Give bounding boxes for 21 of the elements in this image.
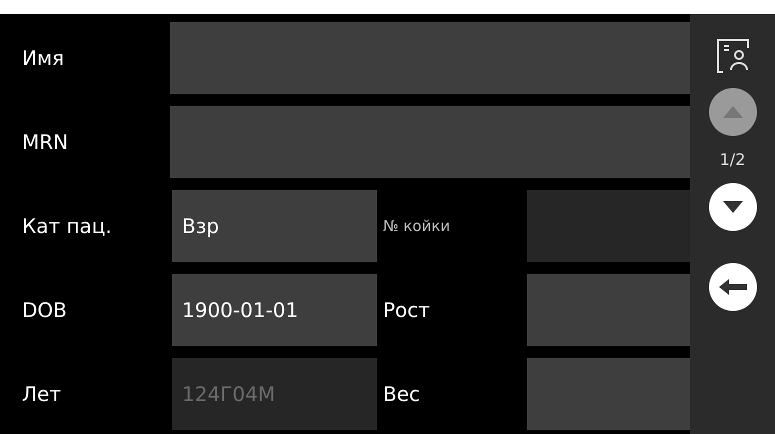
input-field[interactable]: Взр <box>172 190 377 262</box>
field-label: Рост <box>383 298 430 322</box>
up-triangle-icon <box>722 106 742 118</box>
page-indicator: 1/2 <box>720 150 746 169</box>
field-label: Имя <box>22 46 64 70</box>
field-label: DOB <box>22 298 67 322</box>
input-field[interactable]: 1900-01-01 <box>172 274 377 346</box>
patient-card-icon[interactable] <box>716 38 750 74</box>
field-label: Лет <box>22 382 61 406</box>
back-button[interactable] <box>708 263 756 311</box>
input-field[interactable] <box>527 358 690 430</box>
page-down-button[interactable] <box>708 183 756 231</box>
input-field[interactable] <box>170 106 690 178</box>
field-label: MRN <box>22 130 68 154</box>
input-field[interactable] <box>170 22 690 94</box>
field-label: Вес <box>383 382 420 406</box>
left-arrow-icon <box>718 279 746 295</box>
field-label: № койки <box>383 217 450 235</box>
field-label: Кат пац. <box>22 214 112 238</box>
down-triangle-icon <box>722 201 742 213</box>
input-field[interactable] <box>527 274 690 346</box>
